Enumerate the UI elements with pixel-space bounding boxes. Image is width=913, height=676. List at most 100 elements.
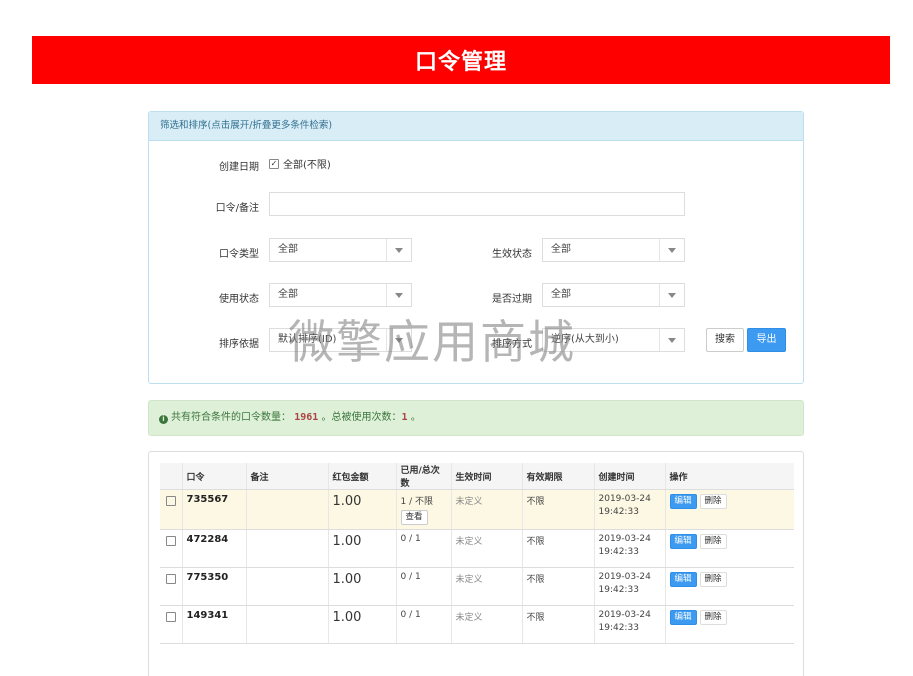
row-effective: 未定义 (450, 529, 522, 568)
column-header-created: 创建时间 (593, 463, 665, 490)
row-amount: 1.00 (327, 529, 396, 568)
code-type-value: 全部 (278, 244, 298, 255)
row-checkbox[interactable] (160, 529, 182, 568)
checkbox-icon[interactable] (165, 536, 176, 546)
delete-button[interactable]: 删除 (699, 534, 727, 549)
usage-status-label: 使用状态 (219, 294, 259, 305)
edit-button[interactable]: 编辑 (669, 610, 697, 625)
created-date-all-label: 全部(不限) (283, 160, 331, 171)
view-button[interactable]: 查看 (400, 510, 428, 525)
row-created: 2019-03-24 19:42:33 (593, 605, 665, 644)
created-date-all-checkbox[interactable]: ✓ 全部(不限) (269, 156, 331, 171)
chevron-down-icon (386, 239, 411, 261)
row-usage: 1 / 不限 (400, 497, 433, 507)
row-checkbox[interactable] (160, 489, 182, 530)
row-created-time: 19:42:33 (598, 507, 639, 517)
expired-select[interactable]: 全部 (542, 283, 685, 307)
row-validity: 不限 (521, 605, 594, 644)
row-usage: 0 / 1 (395, 605, 451, 644)
row-code: 149341 (181, 605, 246, 644)
sort-by-label: 排序依据 (219, 339, 259, 350)
column-header-effective: 生效时间 (450, 463, 522, 490)
usage-status-value: 全部 (278, 289, 298, 300)
row-created-time: 19:42:33 (598, 623, 639, 633)
codes-table: 口令 备注 红包金额 已用/总次数 生效时间 有效期限 创建时间 操作 7355… (160, 463, 794, 644)
chevron-down-icon (659, 329, 684, 351)
row-actions: 编辑 删除 (664, 567, 794, 606)
chevron-down-icon (659, 239, 684, 261)
row-usage: 0 / 1 (395, 567, 451, 606)
row-created: 2019-03-24 19:42:33 (593, 567, 665, 606)
table-row: 775350 1.00 0 / 1 未定义 不限 2019-03-24 19:4… (160, 567, 794, 606)
row-effective: 未定义 (450, 489, 522, 530)
row-created-date: 2019-03-24 (598, 534, 651, 544)
chevron-down-icon (659, 284, 684, 306)
usage-status-select[interactable]: 全部 (269, 283, 412, 307)
watermark-text: 微擎应用商城 (288, 315, 576, 369)
column-header (160, 463, 182, 490)
row-created-date: 2019-03-24 (598, 572, 651, 582)
summary-middle: 。总被使用次数： (321, 412, 402, 423)
checkbox-icon[interactable] (165, 612, 176, 622)
row-created: 2019-03-24 19:42:33 (593, 489, 665, 530)
row-created-time: 19:42:33 (598, 547, 639, 557)
row-usage-cell: 1 / 不限 查看 (395, 489, 451, 530)
row-amount: 1.00 (327, 605, 396, 644)
expired-label: 是否过期 (492, 294, 532, 305)
column-header-validity: 有效期限 (521, 463, 594, 490)
row-created-date: 2019-03-24 (598, 610, 651, 620)
summary-used: 1 (401, 412, 408, 423)
table-panel: 口令 备注 红包金额 已用/总次数 生效时间 有效期限 创建时间 操作 7355… (148, 451, 804, 676)
checkbox-icon[interactable] (165, 574, 176, 584)
summary-count: 1961 (294, 412, 319, 423)
edit-button[interactable]: 编辑 (669, 572, 697, 587)
row-usage: 0 / 1 (395, 529, 451, 568)
row-actions: 编辑 删除 (664, 489, 794, 530)
table-row: 735567 1.00 1 / 不限 查看 未定义 不限 2019-03-24 … (160, 489, 794, 530)
delete-button[interactable]: 删除 (699, 610, 727, 625)
delete-button[interactable]: 删除 (699, 494, 727, 509)
column-header-code: 口令 (181, 463, 246, 490)
chevron-down-icon (386, 284, 411, 306)
checkbox-checked-icon[interactable]: ✓ (269, 158, 279, 169)
table-row: 149341 1.00 0 / 1 未定义 不限 2019-03-24 19:4… (160, 605, 794, 644)
row-note (245, 529, 328, 568)
code-type-label: 口令类型 (219, 249, 259, 260)
filter-panel-toggle[interactable]: 筛选和排序(点击展开/折叠更多条件检索) (149, 112, 803, 141)
row-amount: 1.00 (327, 489, 396, 530)
checkbox-icon[interactable] (165, 496, 176, 506)
search-button[interactable]: 搜索 (706, 328, 744, 352)
row-code: 472284 (181, 529, 246, 568)
row-effective: 未定义 (450, 605, 522, 644)
row-actions: 编辑 删除 (664, 605, 794, 644)
column-header-actions: 操作 (664, 463, 794, 490)
row-note (245, 567, 328, 606)
effective-status-value: 全部 (551, 244, 571, 255)
summary-prefix: 共有符合条件的口令数量： (171, 412, 291, 423)
delete-button[interactable]: 删除 (699, 572, 727, 587)
code-type-select[interactable]: 全部 (269, 238, 412, 262)
code-note-input[interactable] (269, 192, 685, 216)
edit-button[interactable]: 编辑 (669, 534, 697, 549)
export-button[interactable]: 导出 (747, 328, 786, 352)
table-row: 472284 1.00 0 / 1 未定义 不限 2019-03-24 19:4… (160, 529, 794, 568)
row-created-date: 2019-03-24 (598, 494, 651, 504)
column-header-usage: 已用/总次数 (395, 463, 451, 490)
row-actions: 编辑 删除 (664, 529, 794, 568)
info-icon: i (159, 415, 168, 424)
row-code: 775350 (181, 567, 246, 606)
row-note (245, 605, 328, 644)
page-header: 口令管理 (32, 36, 890, 84)
edit-button[interactable]: 编辑 (669, 494, 697, 509)
row-validity: 不限 (521, 529, 594, 568)
effective-status-label: 生效状态 (492, 249, 532, 260)
summary-suffix: 。 (410, 412, 421, 423)
created-date-label: 创建日期 (219, 162, 259, 173)
row-checkbox[interactable] (160, 605, 182, 644)
column-header-amount: 红包金额 (327, 463, 396, 490)
code-note-label: 口令/备注 (215, 203, 259, 214)
page-title: 口令管理 (414, 50, 507, 75)
row-validity: 不限 (521, 567, 594, 606)
effective-status-select[interactable]: 全部 (542, 238, 685, 262)
row-checkbox[interactable] (160, 567, 182, 606)
